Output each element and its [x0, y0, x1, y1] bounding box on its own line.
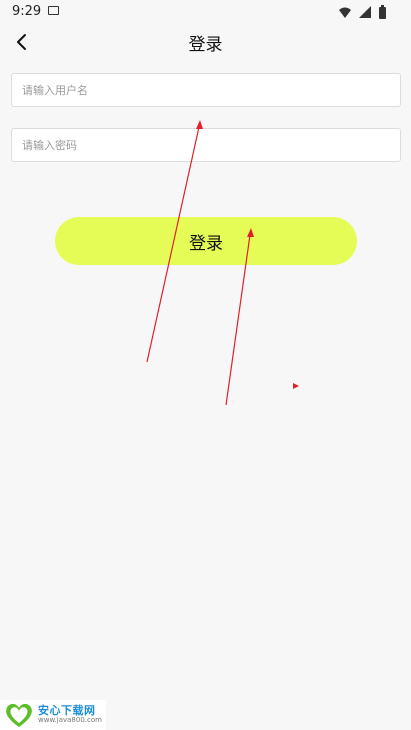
header: 登录 — [0, 24, 411, 60]
status-bar: 9:29 — [0, 0, 411, 24]
annotation-arrow-tip — [293, 383, 299, 389]
watermark-url: www.java800.com — [38, 716, 102, 724]
login-button[interactable]: 登录 — [55, 217, 357, 265]
watermark: 安心下载网 www.java800.com — [0, 700, 106, 730]
username-input[interactable] — [11, 73, 401, 107]
status-time: 9:29 — [12, 4, 42, 19]
annotation-overlay — [146, 120, 299, 406]
status-icons — [339, 5, 386, 19]
heart-logo-icon — [6, 703, 32, 727]
wifi-icon — [339, 7, 351, 18]
notification-icon — [48, 6, 59, 15]
password-input[interactable] — [11, 128, 401, 162]
battery-icon — [379, 5, 386, 19]
signal-icon — [359, 6, 371, 18]
page-title: 登录 — [188, 35, 223, 55]
